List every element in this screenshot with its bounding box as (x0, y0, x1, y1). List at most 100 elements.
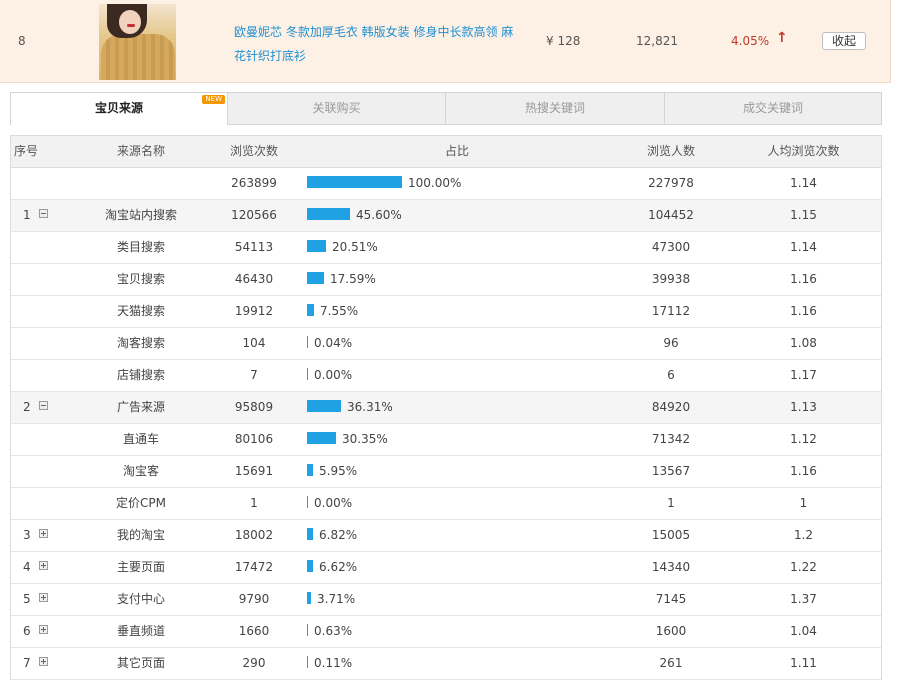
source-name: 淘宝站内搜索 (104, 208, 177, 222)
visitors: 71342 (651, 432, 691, 446)
share-cell: 0.00% (307, 488, 637, 519)
product-rank: 8 (18, 34, 26, 48)
expand-icon[interactable] (39, 657, 48, 666)
page-views: 80106 (234, 432, 274, 446)
table-row: 店铺搜索 7 0.00% 6 1.17 (11, 360, 881, 392)
avg-views: 1.14 (790, 176, 817, 190)
source-name: 其它页面 (116, 656, 165, 670)
tab-hot-keywords[interactable]: 热搜关键词 (446, 93, 665, 124)
page-views: 104 (242, 336, 266, 350)
expand-icon[interactable] (39, 625, 48, 634)
row-index: 3 (23, 528, 31, 542)
avg-views: 1.12 (790, 432, 817, 446)
table-row: 6 垂直频道 1660 0.63% 1600 1.04 (11, 616, 881, 648)
table-row: 天猫搜索 19912 7.55% 17112 1.16 (11, 296, 881, 328)
share-cell: 6.82% (307, 520, 637, 551)
share-bar (307, 176, 402, 188)
source-name: 店铺搜索 (116, 368, 165, 382)
product-thumbnail[interactable] (99, 4, 176, 80)
share-percent: 3.71% (317, 592, 356, 606)
avg-views: 1.15 (790, 208, 817, 222)
table-row: 5 支付中心 9790 3.71% 7145 1.37 (11, 584, 881, 616)
visitors: 17112 (651, 304, 691, 318)
source-name: 淘客搜索 (116, 336, 165, 350)
source-name (81, 168, 201, 199)
table-header: 序号 来源名称 浏览次数 占比 浏览人数 人均浏览次数 (11, 136, 881, 168)
product-visits: 12,821 (636, 34, 678, 48)
source-name: 支付中心 (116, 592, 165, 606)
page-views: 15691 (234, 464, 274, 478)
page-views: 263899 (231, 176, 277, 190)
share-cell: 6.62% (307, 552, 637, 583)
tab-source[interactable]: 宝贝来源 NEW (11, 93, 228, 125)
page-views: 7 (250, 368, 258, 382)
share-cell: 0.04% (307, 328, 637, 359)
table-row: 1 淘宝站内搜索 120566 45.60% 104452 1.15 (11, 200, 881, 232)
avg-views: 1.16 (790, 304, 817, 318)
avg-views: 1.14 (790, 240, 817, 254)
table-row: 2 广告来源 95809 36.31% 84920 1.13 (11, 392, 881, 424)
table-row: 4 主要页面 17472 6.62% 14340 1.22 (11, 552, 881, 584)
header-index: 序号 (14, 144, 39, 158)
tab-related[interactable]: 关联购买 (228, 93, 446, 124)
new-badge: NEW (202, 95, 225, 104)
avg-views: 1.17 (790, 368, 817, 382)
expand-icon[interactable] (39, 593, 48, 602)
tab-source-label: 宝贝来源 (94, 101, 143, 115)
page-views: 17472 (234, 560, 274, 574)
share-bar (307, 304, 314, 316)
source-name: 天猫搜索 (116, 304, 165, 318)
collapse-icon[interactable] (39, 209, 48, 218)
product-row: 8 欧曼妮芯 冬款加厚毛衣 韩版女装 修身中长款高领 麻花针织打底衫 ¥ 128… (0, 0, 891, 83)
share-cell: 20.51% (307, 232, 637, 263)
share-bar (307, 272, 324, 284)
share-bar (307, 592, 311, 604)
expand-icon[interactable] (39, 561, 48, 570)
source-name: 主要页面 (116, 560, 165, 574)
row-index: 4 (23, 560, 31, 574)
page-views: 120566 (231, 208, 277, 222)
share-percent: 0.63% (314, 624, 353, 638)
share-cell: 100.00% (307, 168, 637, 199)
table-row: 定价CPM 1 0.00% 1 1 (11, 488, 881, 520)
source-name: 淘宝客 (122, 464, 159, 478)
visitors: 84920 (651, 400, 691, 414)
source-name: 我的淘宝 (116, 528, 165, 542)
share-percent: 5.95% (319, 464, 358, 478)
share-bar (307, 240, 326, 252)
avg-views: 1.37 (790, 592, 817, 606)
tab-deal-keywords[interactable]: 成交关键词 (665, 93, 881, 124)
visitors: 47300 (651, 240, 691, 254)
header-avg-views: 人均浏览次数 (767, 144, 840, 158)
avg-views: 1.16 (790, 272, 817, 286)
visitors: 7145 (655, 592, 687, 606)
header-share: 占比 (444, 144, 469, 158)
share-bar (307, 496, 308, 508)
product-price: ¥ 128 (546, 34, 581, 48)
collapse-icon[interactable] (39, 401, 48, 410)
share-bar (307, 368, 308, 380)
share-cell: 7.55% (307, 296, 637, 327)
visitors: 104452 (648, 208, 694, 222)
share-cell: 45.60% (307, 200, 637, 231)
share-cell: 3.71% (307, 584, 637, 615)
row-index: 6 (23, 624, 31, 638)
share-percent: 6.62% (319, 560, 358, 574)
conversion-rate: 4.05% (731, 34, 770, 48)
visitors: 261 (659, 656, 683, 670)
visitors: 15005 (651, 528, 691, 542)
product-title-link[interactable]: 欧曼妮芯 冬款加厚毛衣 韩版女装 修身中长款高领 麻花针织打底衫 (234, 20, 514, 68)
row-index: 2 (23, 400, 31, 414)
source-name: 定价CPM (116, 496, 166, 510)
source-name: 宝贝搜索 (116, 272, 165, 286)
avg-views: 1 (799, 496, 808, 510)
page-views: 9790 (238, 592, 270, 606)
page-views: 1 (250, 496, 258, 510)
visitors: 6 (667, 368, 675, 382)
page-views: 54113 (234, 240, 274, 254)
avg-views: 1.2 (793, 528, 814, 542)
collapse-button[interactable]: 收起 (822, 32, 866, 50)
expand-icon[interactable] (39, 529, 48, 538)
visitors: 227978 (648, 176, 694, 190)
share-cell: 17.59% (307, 264, 637, 295)
